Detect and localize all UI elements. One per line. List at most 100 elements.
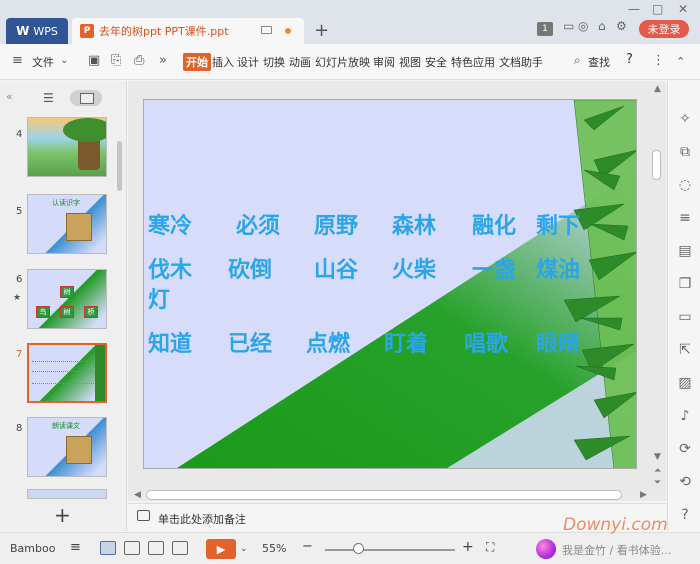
scroll-up-icon[interactable]: ▲ [654, 84, 661, 94]
skin-icon[interactable]: ◎ [578, 19, 588, 33]
format-painter-icon[interactable]: ⎘ [111, 53, 121, 68]
hamburger-menu-icon[interactable]: ≡ [12, 53, 23, 68]
maximize-icon[interactable]: □ [652, 2, 663, 16]
scroll-right-icon[interactable]: ▶ [640, 490, 647, 500]
slide5-title: 认读识字 [52, 199, 80, 207]
notes-placeholder[interactable]: 单击此处添加备注 [158, 511, 246, 527]
tab-animation[interactable]: 动画 [289, 54, 311, 70]
vocab-word: 唱歌 [464, 332, 509, 357]
tab-insert[interactable]: 插入 [212, 54, 234, 70]
tab-design[interactable]: 设计 [237, 54, 259, 70]
tab-slideshow[interactable]: 幻灯片放映 [315, 54, 370, 70]
template-icon[interactable]: ▤ [676, 243, 694, 259]
more-options-icon[interactable]: ⋮ [652, 53, 665, 68]
share-icon[interactable]: ⇱ [676, 342, 694, 358]
right-task-pane: ✧ ⧉ ◌ ≡ ▤ ❐ ▭ ⇱ ▨ ♪ ⟳ ⟲ ? [667, 81, 700, 531]
layout-icon[interactable]: ▭ [563, 19, 574, 33]
thumbnail-scrollbar[interactable] [117, 141, 122, 191]
print-icon[interactable]: ⎙ [134, 53, 144, 68]
next-slide-icon[interactable]: ⏷ [654, 478, 661, 488]
help-button[interactable]: ? [626, 52, 633, 67]
assistant-message[interactable]: 我是金竹 / 看书体验... [562, 542, 671, 558]
adjust-icon[interactable]: ≡ [676, 210, 694, 226]
zoom-level[interactable]: 55% [262, 542, 286, 555]
slide-sorter-icon[interactable] [124, 541, 140, 555]
slide-thumbnail-9[interactable] [27, 489, 107, 499]
zoom-out-button[interactable]: − [302, 539, 313, 554]
slide-thumbnail-5[interactable]: 认读识字 [27, 194, 107, 254]
tab-security[interactable]: 安全 [425, 54, 447, 70]
login-button[interactable]: 未登录 [639, 20, 689, 38]
ppt-file-icon: P [80, 24, 94, 38]
collapse-ribbon-icon[interactable]: ⌃ [676, 55, 685, 68]
magic-wand-icon[interactable]: ✧ [676, 111, 694, 127]
play-options-chevron-icon[interactable]: ⌄ [240, 544, 248, 554]
slide-thumbnail-4[interactable] [27, 117, 107, 177]
history-icon[interactable]: ⟲ [676, 474, 694, 490]
vocab-row-1: 寒冷 必须 原野 森林 融化 剩下 [148, 212, 636, 256]
vocab-word: 寒冷 [148, 214, 193, 239]
settings-icon[interactable]: ⚙ [616, 19, 627, 33]
reading-view-icon[interactable] [148, 541, 164, 555]
tab-transition[interactable]: 切换 [263, 54, 285, 70]
play-slideshow-button[interactable]: ▶ [206, 539, 236, 559]
normal-view-icon[interactable] [100, 541, 116, 555]
search-button[interactable]: 查找 [588, 54, 610, 70]
presenter-view-icon[interactable] [172, 541, 188, 555]
chevron-down-icon[interactable]: ⌄ [60, 55, 68, 66]
tab-wps-home[interactable]: W WPS [6, 18, 68, 44]
vocab-word: 灯 [148, 288, 171, 313]
save-icon[interactable]: ▣ [88, 53, 100, 68]
tab-view[interactable]: 视图 [399, 54, 421, 70]
tab-home[interactable]: 开始 [183, 53, 211, 71]
slide6-box-4: 桥 [84, 306, 98, 318]
zoom-slider-track[interactable] [325, 549, 455, 551]
search-icon[interactable]: ⌕ [574, 53, 581, 68]
backup-icon[interactable]: ⟳ [676, 441, 694, 457]
shapes-icon[interactable]: ◌ [676, 177, 694, 193]
outline-view-icon[interactable]: ☰ [43, 91, 54, 105]
copy-icon[interactable]: ❐ [676, 276, 694, 292]
audio-icon[interactable]: ♪ [676, 408, 694, 424]
vertical-scrollbar[interactable] [652, 150, 661, 180]
zoom-in-button[interactable]: + [462, 539, 474, 555]
title-bar: W WPS P 去年的树ppt PPT课件.ppt + 1 ▭ ◎ ⌂ ⚙ 未登… [0, 0, 700, 44]
more-quick-icon[interactable]: » [159, 53, 167, 68]
close-icon[interactable]: ✕ [678, 2, 688, 16]
slide-thumbnail-7[interactable] [27, 343, 107, 403]
vocab-word: 原野 [314, 214, 359, 239]
tab-features[interactable]: 特色应用 [451, 54, 495, 70]
new-tab-button[interactable]: + [314, 20, 329, 41]
gift-icon[interactable]: ⌂ [598, 19, 606, 33]
minimize-icon[interactable]: — [628, 2, 640, 16]
horizontal-scrollbar[interactable] [146, 490, 622, 500]
tab-review[interactable]: 审阅 [373, 54, 395, 70]
vocabulary-text[interactable]: 寒冷 必须 原野 森林 融化 剩下 伐木 砍倒 山谷 火柴 一盏 煤油 灯 知道… [148, 212, 636, 360]
fit-window-icon[interactable]: ⛶ [486, 540, 494, 555]
help-icon[interactable]: ? [676, 507, 694, 523]
layout-switch-icon[interactable]: ⧉ [676, 144, 694, 160]
vocab-word: 山谷 [314, 258, 359, 283]
vocab-word: 知道 [148, 332, 193, 357]
menu-file[interactable]: 文件 [32, 54, 54, 70]
scroll-left-icon[interactable]: ◀ [134, 490, 141, 500]
slide-number: 5 [16, 206, 23, 217]
slide-thumbnail-6[interactable]: 树 鸟 树 桥 [27, 269, 107, 329]
theme-name[interactable]: Bamboo [10, 542, 55, 555]
current-slide[interactable]: 寒冷 必须 原野 森林 融化 剩下 伐木 砍倒 山谷 火柴 一盏 煤油 灯 知道… [143, 99, 637, 469]
collapse-panel-icon[interactable]: « [6, 90, 13, 103]
tab-doc-assistant[interactable]: 文档助手 [499, 54, 543, 70]
window-count-badge[interactable]: 1 [537, 22, 553, 36]
add-slide-button[interactable]: + [54, 503, 71, 527]
scroll-down-icon[interactable]: ▼ [654, 452, 661, 462]
prev-slide-icon[interactable]: ⏶ [654, 466, 661, 476]
zoom-slider-knob[interactable] [353, 543, 364, 554]
tab-document[interactable]: P 去年的树ppt PPT课件.ppt [72, 18, 304, 44]
monitor-icon[interactable] [261, 26, 272, 34]
archive-icon[interactable]: ▭ [676, 309, 694, 325]
image-icon[interactable]: ▨ [676, 375, 694, 391]
slide-thumbnail-8[interactable]: 朗读课文 [27, 417, 107, 477]
thumbnail-view-icon[interactable] [70, 90, 102, 106]
notes-toggle-icon[interactable]: ≡ [70, 540, 81, 555]
assistant-ball-icon[interactable] [536, 539, 556, 559]
